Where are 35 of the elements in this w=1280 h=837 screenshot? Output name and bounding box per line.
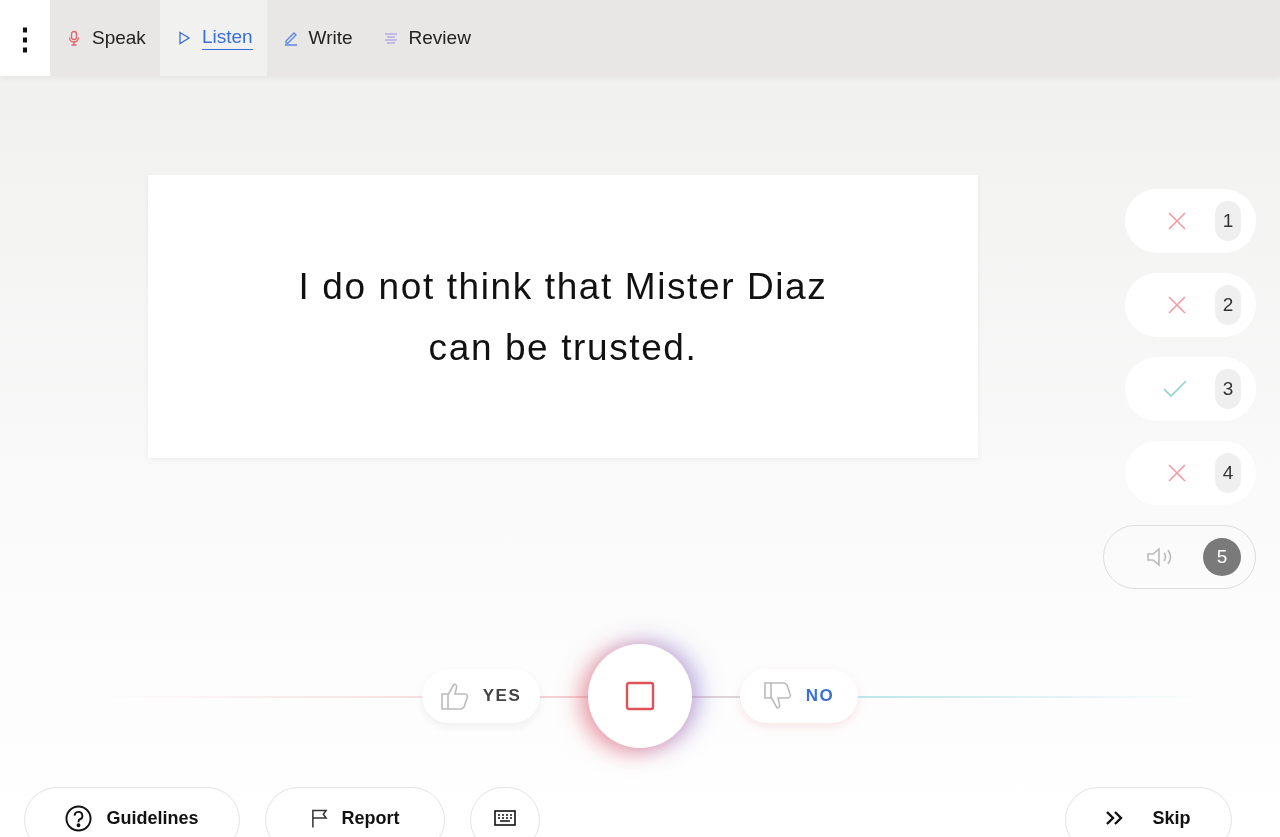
stop-icon <box>625 681 655 711</box>
pencil-icon <box>282 30 299 46</box>
thumbs-down-icon <box>763 682 792 710</box>
cross-icon <box>1167 295 1187 315</box>
yes-button[interactable]: YES <box>422 669 540 723</box>
tab[interactable]: Write <box>266 0 367 76</box>
report-button[interactable]: Report <box>265 787 445 837</box>
lines-icon <box>382 30 399 46</box>
clip-button[interactable]: 1 <box>1125 189 1256 253</box>
double-chevron-icon <box>1106 811 1125 825</box>
clip-number: 4 <box>1215 453 1241 493</box>
check-icon <box>1163 380 1187 398</box>
tab[interactable]: Speak <box>50 0 160 76</box>
tab[interactable]: Listen <box>159 0 267 76</box>
guidelines-button[interactable]: Guidelines <box>24 787 240 837</box>
menu-button[interactable]: ⋮ <box>0 0 50 76</box>
cross-icon <box>1167 211 1187 231</box>
microphone-icon <box>66 30 82 46</box>
clip-number: 3 <box>1215 369 1241 409</box>
tab[interactable]: Review <box>366 0 485 76</box>
clip-button[interactable]: 4 <box>1125 441 1256 505</box>
clip-button[interactable]: 2 <box>1125 273 1256 337</box>
clip-number: 2 <box>1215 285 1241 325</box>
keyboard-button[interactable] <box>470 787 540 837</box>
clip-number: 5 <box>1203 538 1241 576</box>
no-button[interactable]: NO <box>740 669 858 723</box>
sentence-text: I do not think that Mister Diaz can be trusted. <box>297 264 829 370</box>
clip-button[interactable]: 3 <box>1125 357 1256 421</box>
flag-icon <box>310 808 328 828</box>
help-icon <box>65 804 93 832</box>
clip-number: 1 <box>1215 201 1241 241</box>
thumbs-up-icon <box>440 682 469 710</box>
skip-button[interactable]: Skip <box>1065 787 1232 837</box>
keyboard-icon <box>494 810 516 826</box>
cross-icon <box>1167 463 1187 483</box>
